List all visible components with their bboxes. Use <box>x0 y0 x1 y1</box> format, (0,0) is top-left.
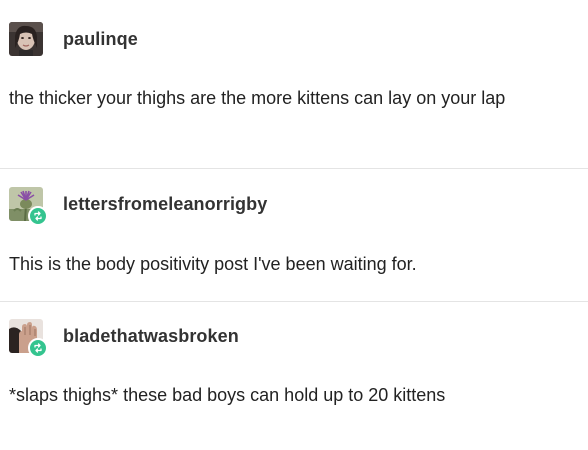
username[interactable]: bladethatwasbroken <box>63 326 239 347</box>
post-text: This is the body positivity post I've be… <box>9 254 417 274</box>
username[interactable]: paulinqe <box>63 29 138 50</box>
divider <box>0 301 588 302</box>
avatar[interactable] <box>9 319 48 358</box>
reblog-icon <box>28 206 48 226</box>
divider <box>0 168 588 169</box>
post-text: the thicker your thighs are the more kit… <box>9 88 506 108</box>
post-text: *slaps thighs* these bad boys can hold u… <box>9 385 446 405</box>
post-header: lettersfromeleanorrigby <box>9 186 267 226</box>
reblog-icon <box>28 338 48 358</box>
portrait-avatar-icon <box>9 22 43 56</box>
post-header: bladethatwasbroken <box>9 318 239 358</box>
post-header: paulinqe <box>9 21 138 57</box>
avatar[interactable] <box>9 187 48 226</box>
username[interactable]: lettersfromeleanorrigby <box>63 194 267 215</box>
avatar[interactable] <box>9 22 43 56</box>
